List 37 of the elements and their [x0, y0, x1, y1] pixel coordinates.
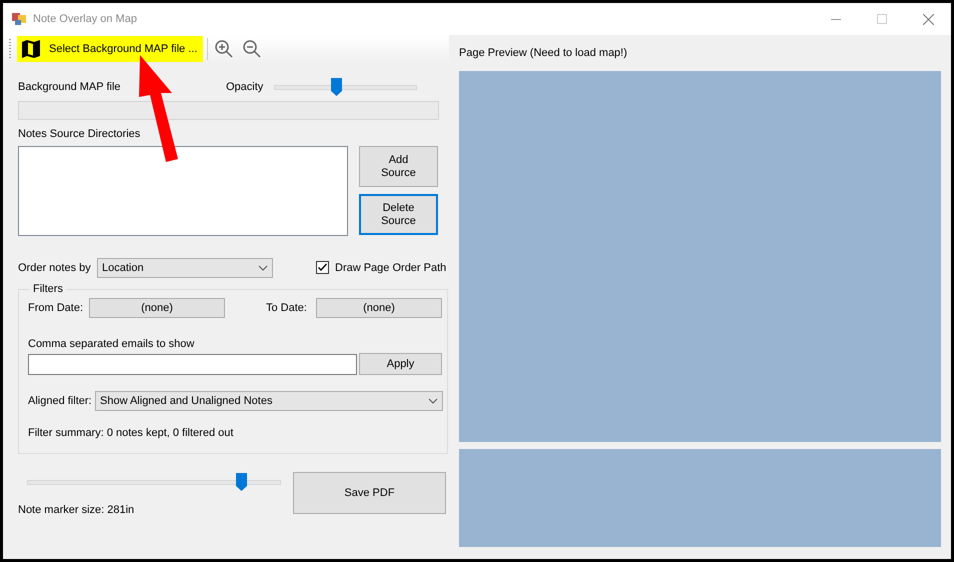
- order-dropdown[interactable]: Location: [97, 258, 273, 278]
- checkbox[interactable]: [316, 261, 329, 274]
- date-picker-button[interactable]: (none): [89, 298, 225, 318]
- slider-thumb[interactable]: [236, 473, 247, 491]
- source-button[interactable]: Add Source: [359, 146, 438, 187]
- app-icon: [12, 12, 26, 26]
- map-icon: [21, 39, 41, 59]
- window-title: Note Overlay on Map: [33, 13, 137, 25]
- opacity-slider[interactable]: [274, 78, 417, 96]
- emails-input[interactable]: [28, 354, 357, 374]
- close-icon[interactable]: [922, 14, 934, 24]
- field-label: Aligned filter:: [28, 395, 93, 407]
- filter-summary: Filter summary: 0 notes kept, 0 filtered out: [28, 427, 234, 439]
- zoom-in-icon[interactable]: [214, 39, 234, 59]
- source-list[interactable]: [18, 146, 348, 236]
- field-label: Order notes by: [18, 262, 92, 274]
- field-label: Background MAP file: [18, 81, 122, 93]
- field-label: From Date:: [28, 302, 84, 314]
- field-label: To Date:: [266, 302, 308, 314]
- checkbox-label[interactable]: Draw Page Order Path: [335, 262, 446, 274]
- zoom-out-icon[interactable]: [242, 39, 262, 59]
- field-label: Notes Source Directories: [18, 128, 142, 142]
- save-pdf-button[interactable]: Save PDF: [293, 472, 446, 514]
- apply-button[interactable]: Apply: [359, 353, 442, 375]
- aligned-filter-dropdown[interactable]: Show Aligned and Unaligned Notes: [95, 391, 443, 411]
- field-label: Opacity: [226, 81, 264, 93]
- map-file-field[interactable]: [18, 101, 439, 120]
- preview-title: Page Preview (Need to load map!): [459, 47, 628, 61]
- chevron-down-icon: [258, 264, 268, 270]
- marker-size-label: Note marker size: 281in: [18, 504, 136, 516]
- field-label: Comma separated emails to show: [28, 338, 196, 352]
- date-picker-button[interactable]: (none): [316, 298, 442, 318]
- slider-thumb[interactable]: [330, 78, 342, 96]
- chevron-down-icon: [428, 398, 438, 404]
- group-title: Filters: [32, 283, 64, 295]
- select-map-button[interactable]: Select Background MAP file ...: [17, 36, 204, 62]
- source-button[interactable]: Delete Source: [359, 194, 438, 235]
